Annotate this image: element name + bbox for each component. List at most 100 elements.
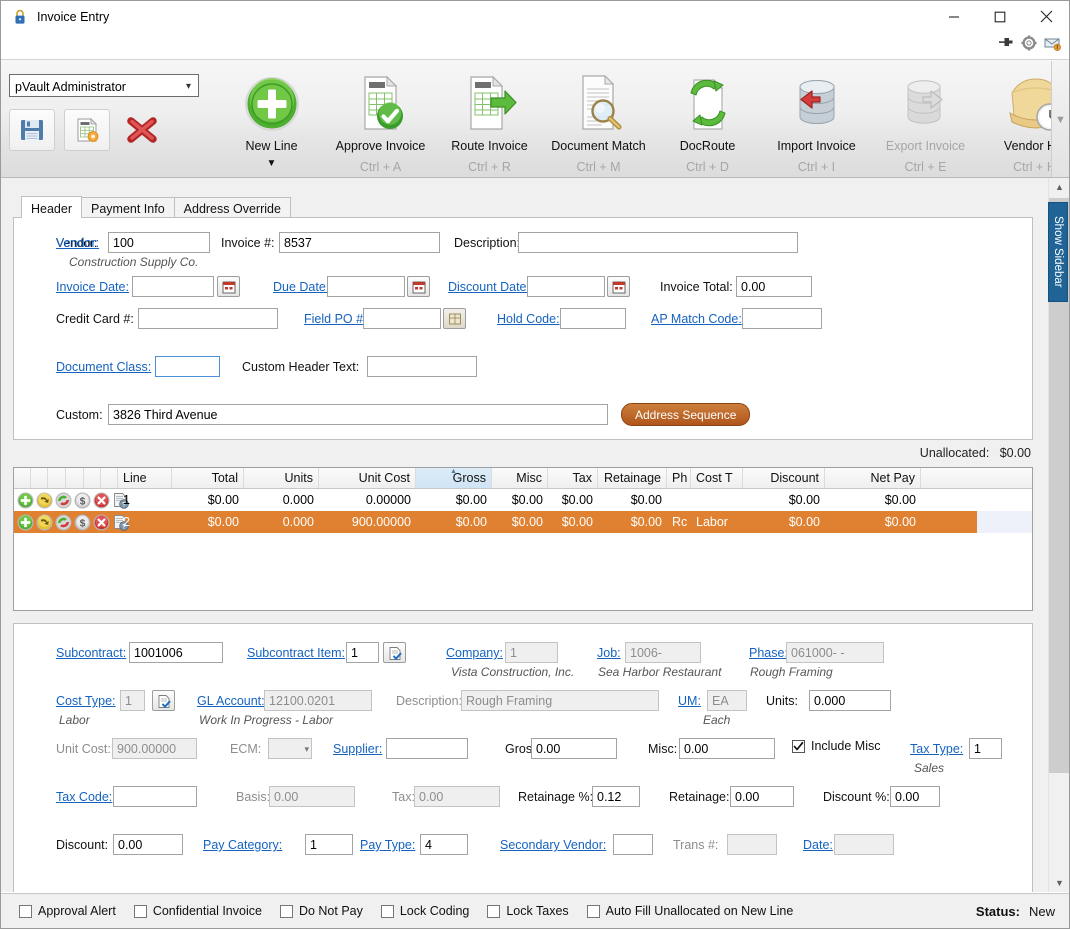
grid-cell-tax[interactable]: $0.00 [548,489,598,511]
grid-cell-total[interactable]: $0.00 [172,511,244,533]
grid-header-discount[interactable]: Discount [743,468,825,488]
subcontract-item-input[interactable]: 1 [346,642,379,663]
minimize-button[interactable] [931,1,977,32]
checkbox-auto-fill-unallocated-on-new-line[interactable]: Auto Fill Unallocated on New Line [586,904,793,918]
grid-header-retainage[interactable]: Retainage [598,468,667,488]
refresh-icon[interactable] [55,514,72,531]
refresh-icon[interactable] [55,492,72,509]
secondary-vendor-link[interactable]: Secondary Vendor: [500,838,606,852]
document-class-link[interactable]: Document Class: [56,360,151,374]
invoice-date-input[interactable] [132,276,214,297]
delete-button[interactable] [119,109,165,151]
grid-cell-total[interactable]: $0.00 [172,489,244,511]
grid-header-line[interactable]: Line [118,468,172,488]
invoice-date-calendar-button[interactable] [217,276,240,297]
grid-header-icon-col-2[interactable] [48,468,66,488]
grid-header-cost-t[interactable]: Cost T [691,468,743,488]
dollar-icon[interactable]: $ [74,514,91,531]
ribbon-item-import-invoice[interactable]: Import Invoice Ctrl + I [762,66,871,176]
tax-code-link[interactable]: Tax Code: [56,790,112,804]
grid-cell-line[interactable]: 1 [118,489,172,511]
green-plus-icon[interactable] [17,492,34,509]
dollar-icon[interactable]: $ [74,492,91,509]
grid-cell-ph[interactable] [667,489,691,511]
pay-type-link[interactable]: Pay Type: [360,838,415,852]
ap-match-code-link[interactable]: AP Match Code: [651,312,742,326]
custom-header-text-input[interactable] [367,356,477,377]
red-x-icon[interactable] [93,514,110,531]
ribbon-item-document-match[interactable]: Document Match Ctrl + M [544,66,653,176]
tab-payment-info[interactable]: Payment Info [81,197,175,218]
job-link[interactable]: Job: [597,646,621,660]
yellow-arrow-icon[interactable] [36,514,53,531]
ribbon-item-approve-invoice[interactable]: Approve Invoice Ctrl + A [326,66,435,176]
subcontract-item-link[interactable]: Subcontract Item: [247,646,345,660]
new-invoice-button[interactable] [64,109,110,151]
grid-cell-retainage[interactable]: $0.00 [598,489,667,511]
close-button[interactable] [1023,1,1069,32]
checkbox-lock-coding[interactable]: Lock Coding [380,904,469,918]
retainage-pct-input[interactable]: 0.12 [592,786,640,807]
checkbox-do-not-pay[interactable]: Do Not Pay [279,904,363,918]
invoice-date-link[interactable]: Invoice Date: [56,280,129,294]
gear-icon[interactable] [1021,35,1037,54]
grid-header-net-pay[interactable]: Net Pay [825,468,921,488]
checkbox-lock-taxes[interactable]: Lock Taxes [487,904,569,918]
invoice-total-input[interactable]: 0.00 [736,276,812,297]
grid-cell-units[interactable]: 0.000 [244,511,319,533]
subcontract-input[interactable]: 1001006 [129,642,223,663]
ap-match-code-input[interactable] [742,308,822,329]
phase-link[interactable]: Phase: [749,646,788,660]
supplier-input[interactable] [386,738,468,759]
grid-cell-tax[interactable]: $0.00 [548,511,598,533]
grid-cell-units[interactable]: 0.000 [244,489,319,511]
save-button[interactable] [9,109,55,151]
grid-header-icon-col-4[interactable] [84,468,101,488]
include-misc-checkbox[interactable]: Include Misc [792,739,880,753]
subcontract-item-lookup-button[interactable] [383,642,406,663]
document-class-input[interactable] [155,356,220,377]
hold-code-link[interactable]: Hold Code: [497,312,560,326]
grid-cell-line[interactable]: 2 [118,511,172,533]
due-date-input[interactable] [327,276,405,297]
vendor-link[interactable]: Vendor: [56,236,99,250]
grid-header-tax[interactable]: Tax [548,468,598,488]
grid-cell-cost-t[interactable] [691,489,743,511]
address-sequence-button[interactable]: Address Sequence [621,403,751,426]
pay-category-link[interactable]: Pay Category: [203,838,282,852]
invoice-number-input[interactable]: 8537 [279,232,440,253]
grid-cell-discount[interactable]: $0.00 [743,489,825,511]
discount-date-input[interactable] [527,276,605,297]
um-link[interactable]: UM: [678,694,701,708]
tax-type-link[interactable]: Tax Type: [910,742,963,756]
grid-cell-ph[interactable]: Rc [667,511,691,533]
grid-header-ph[interactable]: Ph [667,468,691,488]
grid-header-icon-col-3[interactable] [66,468,84,488]
field-po-link[interactable]: Field PO #: [304,312,367,326]
alert-mail-icon[interactable] [1044,35,1061,54]
due-date-calendar-button[interactable] [407,276,430,297]
checkbox-approval-alert[interactable]: Approval Alert [19,904,116,918]
vendor-input[interactable]: 100 [108,232,210,253]
grid-header-gross[interactable]: ▲ Gross [416,468,492,488]
gl-account-link[interactable]: GL Account: [197,694,265,708]
grid-cell-misc[interactable]: $0.00 [492,489,548,511]
grid-header-icon-col-0[interactable] [14,468,31,488]
grid-header-misc[interactable]: Misc [492,468,548,488]
pay-category-input[interactable]: 1 [305,834,353,855]
grid-cell-retainage[interactable]: $0.00 [598,511,667,533]
grid-header-unit-cost[interactable]: Unit Cost [319,468,416,488]
ribbon-item-route-invoice[interactable]: Route Invoice Ctrl + R [435,66,544,176]
tab-header[interactable]: Header [21,196,82,218]
tab-address-override[interactable]: Address Override [173,197,291,218]
table-row[interactable]: $? 2 $0.00 0.000 900.00000 $0.00 $0.00 $0.00 $0.… [14,511,1032,533]
hold-code-input[interactable] [560,308,626,329]
credit-card-input[interactable] [138,308,278,329]
grid-header-icon-col-5[interactable] [101,468,118,488]
cost-type-link[interactable]: Cost Type: [56,694,116,708]
red-x-icon[interactable] [93,492,110,509]
ribbon-item-docroute[interactable]: DocRoute Ctrl + D [653,66,762,176]
table-row[interactable]: $? 1 $0.00 0.000 0.00000 $0.00 $0.00 $0.00 $0.00… [14,489,1032,511]
grid-cell-gross[interactable]: $0.00 [416,489,492,511]
field-po-input[interactable] [363,308,441,329]
